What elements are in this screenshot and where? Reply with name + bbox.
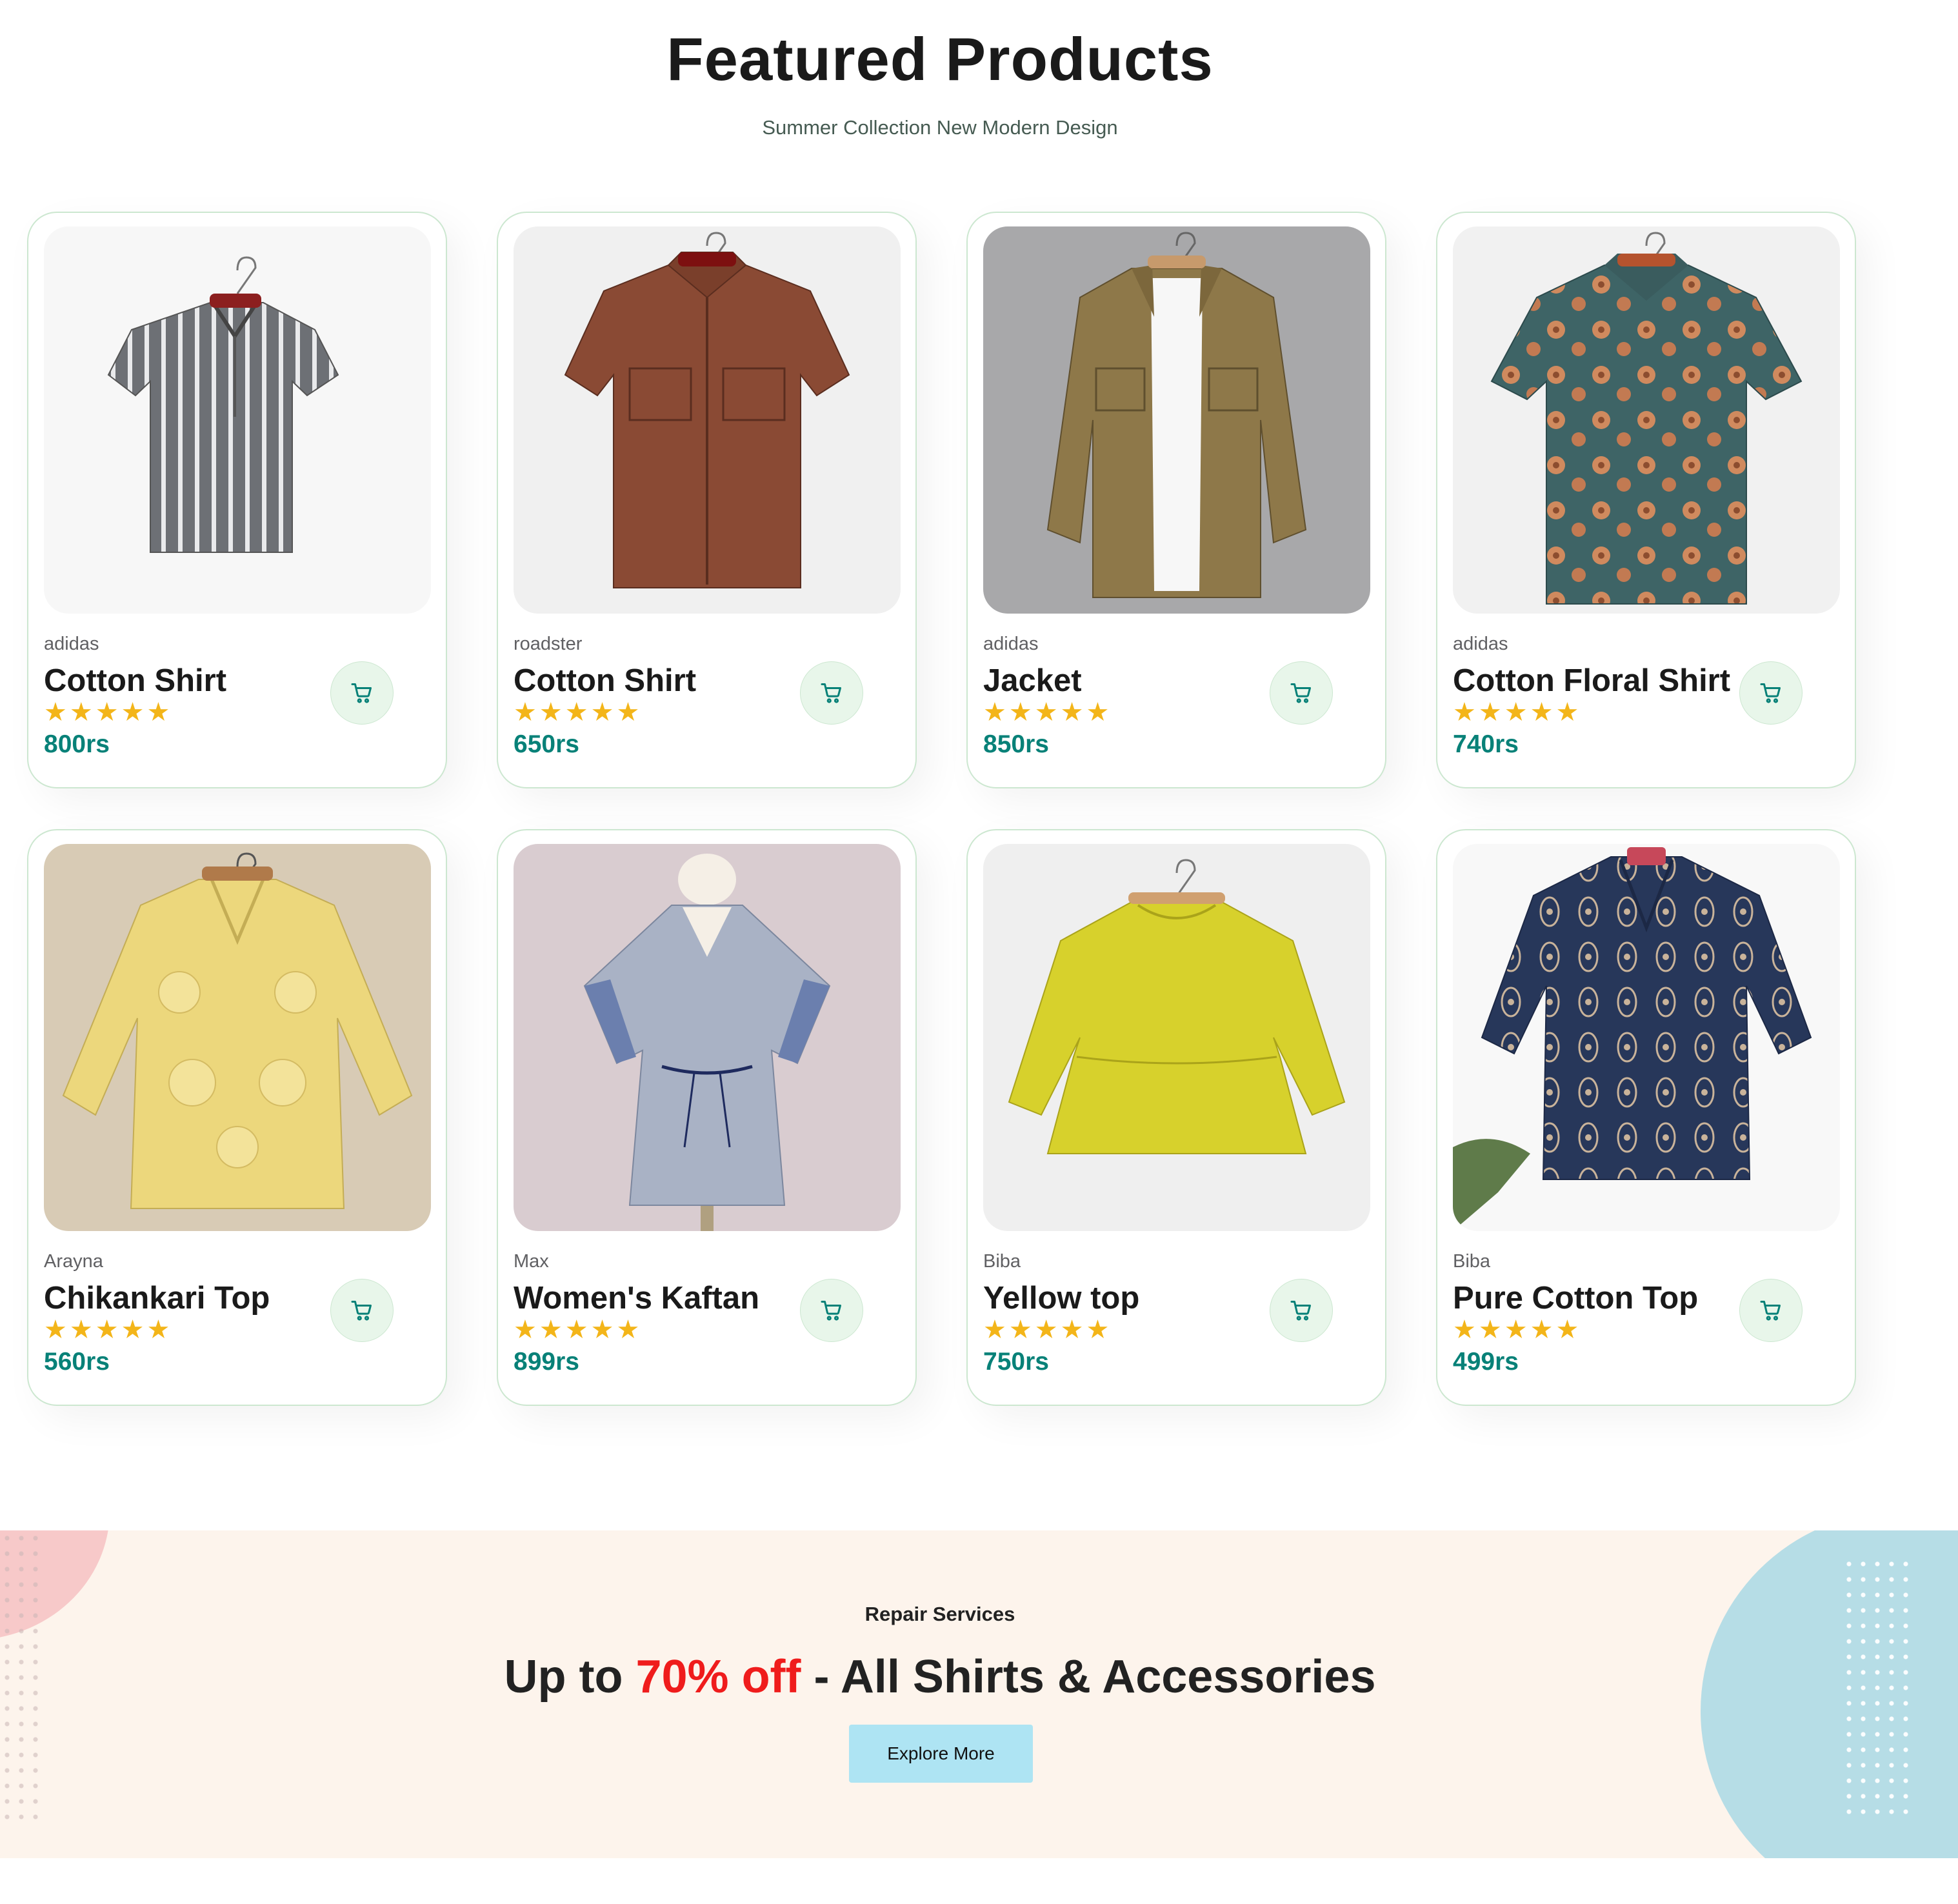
product-price: 850rs (983, 730, 1049, 758)
product-price: 800rs (44, 730, 110, 758)
product-brand: adidas (983, 634, 1039, 654)
product-name[interactable]: Women's Kaftan (514, 1280, 759, 1316)
gray-striped-shirt-icon (44, 226, 431, 614)
yellow-chikankari-top-icon (44, 844, 431, 1231)
product-image[interactable] (983, 844, 1370, 1231)
product-price: 899rs (514, 1348, 579, 1376)
add-to-cart-button[interactable] (1739, 1279, 1803, 1342)
product-image[interactable] (1453, 844, 1840, 1231)
product-rating: ★★★★★ (44, 698, 173, 727)
product-image[interactable] (44, 226, 431, 614)
product-name[interactable]: Pure Cotton Top (1453, 1280, 1698, 1316)
product-name[interactable]: Jacket (983, 663, 1082, 699)
product-grid: adidas Cotton Shirt ★★★★★ 800rs roadster… (27, 212, 1856, 1406)
headline-discount: 70% off (635, 1651, 801, 1703)
product-rating: ★★★★★ (1453, 1316, 1582, 1344)
product-card[interactable]: adidas Cotton Floral Shirt ★★★★★ 740rs (1436, 212, 1856, 788)
product-price: 560rs (44, 1348, 110, 1376)
explore-more-button[interactable]: Explore More (849, 1725, 1033, 1783)
add-to-cart-button[interactable] (1270, 1279, 1333, 1342)
product-card[interactable]: adidas Jacket ★★★★★ 850rs (966, 212, 1386, 788)
headline-text-start: Up to (504, 1651, 636, 1703)
product-name[interactable]: Yellow top (983, 1280, 1139, 1316)
product-brand: Arayna (44, 1251, 103, 1272)
product-rating: ★★★★★ (983, 1316, 1112, 1344)
product-name[interactable]: Cotton Shirt (44, 663, 226, 699)
brown-shirt-icon (514, 226, 901, 614)
yellow-peplum-top-icon (983, 844, 1370, 1231)
product-image[interactable] (983, 226, 1370, 614)
blue-kaftan-icon (514, 844, 901, 1231)
product-card[interactable]: Biba Pure Cotton Top ★★★★★ 499rs (1436, 829, 1856, 1406)
product-card[interactable]: Arayna Chikankari Top ★★★★★ 560rs (27, 829, 447, 1406)
navy-print-top-icon (1453, 844, 1840, 1231)
cart-icon (821, 683, 841, 703)
product-rating: ★★★★★ (514, 1316, 643, 1344)
product-image[interactable] (514, 226, 901, 614)
add-to-cart-button[interactable] (330, 661, 394, 725)
product-rating: ★★★★★ (514, 698, 643, 727)
product-price: 750rs (983, 1348, 1049, 1376)
product-brand: Max (514, 1251, 549, 1272)
teal-floral-shirt-icon (1453, 226, 1840, 614)
product-price: 740rs (1453, 730, 1519, 758)
product-rating: ★★★★★ (983, 698, 1112, 727)
product-brand: Biba (983, 1251, 1021, 1272)
headline-text-end: - All Shirts & Accessories (801, 1651, 1376, 1703)
promo-banner: Repair Services Up to 70% off - All Shir… (0, 1530, 1958, 1858)
product-image[interactable] (44, 844, 431, 1231)
product-price: 499rs (1453, 1348, 1519, 1376)
khaki-jacket-icon (983, 226, 1370, 614)
product-name[interactable]: Cotton Floral Shirt (1453, 663, 1730, 699)
banner-headline: Up to 70% off - All Shirts & Accessories (0, 1650, 1880, 1703)
product-name[interactable]: Cotton Shirt (514, 663, 696, 699)
product-name[interactable]: Chikankari Top (44, 1280, 270, 1316)
product-card[interactable]: Biba Yellow top ★★★★★ 750rs (966, 829, 1386, 1406)
product-brand: roadster (514, 634, 583, 654)
add-to-cart-button[interactable] (800, 661, 863, 725)
add-to-cart-button[interactable] (800, 1279, 863, 1342)
product-card[interactable]: roadster Cotton Shirt ★★★★★ 650rs (497, 212, 917, 788)
add-to-cart-button[interactable] (1739, 661, 1803, 725)
cart-icon (1290, 683, 1311, 703)
product-rating: ★★★★★ (44, 1316, 173, 1344)
cart-icon (351, 683, 372, 703)
cart-icon (1290, 1301, 1311, 1321)
section-subtitle: Summer Collection New Modern Design (762, 116, 1118, 139)
product-image[interactable] (514, 844, 901, 1231)
product-brand: adidas (1453, 634, 1508, 654)
cart-icon (821, 1301, 841, 1321)
cart-icon (1760, 1301, 1781, 1321)
product-card[interactable]: Max Women's Kaftan ★★★★★ 899rs (497, 829, 917, 1406)
banner-eyebrow: Repair Services (864, 1603, 1015, 1625)
product-rating: ★★★★★ (1453, 698, 1582, 727)
product-price: 650rs (514, 730, 579, 758)
product-image[interactable] (1453, 226, 1840, 614)
add-to-cart-button[interactable] (1270, 661, 1333, 725)
product-brand: adidas (44, 634, 99, 654)
section-title: Featured Products (666, 25, 1214, 93)
product-card[interactable]: adidas Cotton Shirt ★★★★★ 800rs (27, 212, 447, 788)
product-brand: Biba (1453, 1251, 1491, 1272)
add-to-cart-button[interactable] (330, 1279, 394, 1342)
cart-icon (351, 1301, 372, 1321)
cart-icon (1760, 683, 1781, 703)
